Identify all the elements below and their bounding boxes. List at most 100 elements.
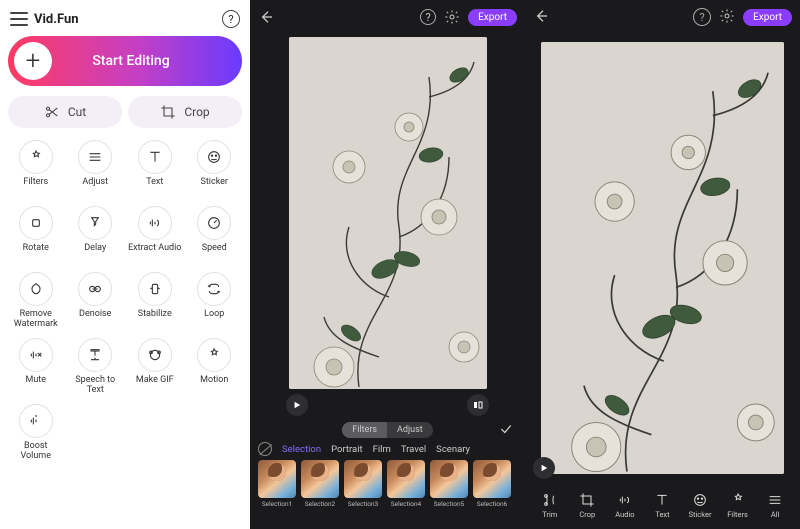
tool-adjust[interactable]: Adjust	[68, 140, 124, 200]
thumb-image	[387, 460, 425, 498]
denoise-icon	[78, 272, 112, 306]
tool-extract-audio[interactable]: Extract Audio	[127, 206, 183, 266]
tool-label: Denoise	[79, 310, 111, 320]
seg-filters[interactable]: Filters	[342, 422, 387, 438]
bottom-label: All	[771, 510, 780, 519]
rotate-icon	[19, 206, 53, 240]
bottom-label: Audio	[615, 510, 634, 519]
filters-seg-row: Filters Adjust	[250, 420, 525, 442]
category-travel[interactable]: Travel	[401, 444, 426, 455]
tool-label: Make GIF	[136, 376, 174, 386]
bottom-crop-button[interactable]: Crop	[570, 492, 604, 519]
bottom-trim-button[interactable]: Trim	[533, 492, 567, 519]
home-panel: Vid.Fun ? + Start Editing Cut Crop Filte…	[0, 0, 250, 529]
help-icon[interactable]: ?	[420, 9, 436, 25]
category-selection[interactable]: Selection	[282, 444, 321, 455]
text-icon	[138, 140, 172, 174]
play-button[interactable]	[533, 457, 555, 479]
seg-adjust[interactable]: Adjust	[387, 422, 433, 438]
bottom-audio-button[interactable]: Audio	[608, 492, 642, 519]
filters-editor-header: ? Export	[250, 0, 525, 34]
category-scenary[interactable]: Scenary	[436, 444, 470, 455]
filter-thumb-selection1[interactable]: Selection1	[258, 460, 296, 508]
bottom-text-button[interactable]: Text	[645, 492, 679, 519]
tool-label: Delay	[84, 244, 106, 254]
thumb-label: Selection3	[344, 500, 382, 508]
tool-denoise[interactable]: Denoise	[68, 272, 124, 332]
export-button[interactable]: Export	[743, 9, 792, 26]
thumb-label: Selection2	[301, 500, 339, 508]
bottom-label: Crop	[579, 510, 595, 519]
tool-label: Filters	[23, 178, 48, 188]
tool-label: Stabilize	[138, 310, 172, 320]
bottom-filters-button[interactable]: Filters	[721, 492, 755, 519]
bottom-toolbar: Trim Crop Audio Text Sticker Filters All	[525, 481, 800, 529]
preview-image	[289, 37, 487, 389]
back-icon[interactable]	[533, 8, 549, 27]
extract-audio-icon	[138, 206, 172, 240]
filter-thumb-selection6[interactable]: Selection6	[473, 460, 511, 508]
start-editing-button[interactable]: + Start Editing	[8, 36, 242, 86]
tool-loop[interactable]: Loop	[187, 272, 243, 332]
preview-image	[541, 42, 784, 474]
tool-label: Rotate	[23, 244, 49, 254]
thumb-image	[473, 460, 511, 498]
make-gif-icon	[138, 338, 172, 372]
app-root: Vid.Fun ? + Start Editing Cut Crop Filte…	[0, 0, 800, 529]
tool-make-gif[interactable]: Make GIF	[127, 338, 183, 398]
speed-icon	[197, 206, 231, 240]
settings-icon[interactable]	[719, 8, 735, 27]
help-icon[interactable]: ?	[693, 8, 711, 26]
boost-volume-icon	[19, 404, 53, 438]
bottom-all-button[interactable]: All	[758, 492, 792, 519]
tool-rotate[interactable]: Rotate	[8, 206, 64, 266]
tool-stabilize[interactable]: Stabilize	[127, 272, 183, 332]
menu-icon[interactable]	[10, 12, 28, 26]
filter-thumb-selection5[interactable]: Selection5	[430, 460, 468, 508]
thumb-image	[430, 460, 468, 498]
play-button[interactable]	[286, 394, 308, 416]
tool-label: Extract Audio	[128, 244, 181, 254]
tool-filters[interactable]: Filters	[8, 140, 64, 200]
category-film[interactable]: Film	[373, 444, 391, 455]
tool-mute[interactable]: Mute	[8, 338, 64, 398]
back-icon[interactable]	[258, 9, 274, 25]
delay-icon	[78, 206, 112, 240]
tool-speed[interactable]: Speed	[187, 206, 243, 266]
thumb-label: Selection6	[473, 500, 511, 508]
tool-motion[interactable]: Motion	[187, 338, 243, 398]
tool-delay[interactable]: Delay	[68, 206, 124, 266]
filter-thumb-selection4[interactable]: Selection4	[387, 460, 425, 508]
tool-text[interactable]: Text	[127, 140, 183, 200]
tool-boost-volume[interactable]: Boost Volume	[8, 404, 64, 464]
no-filter-icon[interactable]	[258, 442, 272, 456]
tool-speech-to-text[interactable]: Speech to Text	[68, 338, 124, 398]
cut-button[interactable]: Cut	[8, 96, 122, 128]
crop-icon	[160, 104, 176, 120]
sticker-icon	[692, 492, 708, 508]
crop-button[interactable]: Crop	[128, 96, 242, 128]
filters-adjust-segment[interactable]: Filters Adjust	[342, 422, 432, 438]
export-button[interactable]: Export	[468, 9, 517, 26]
confirm-icon[interactable]	[499, 422, 513, 439]
bottom-label: Sticker	[689, 510, 712, 519]
help-icon[interactable]: ?	[222, 10, 240, 28]
category-portrait[interactable]: Portrait	[331, 444, 363, 455]
brand-title: Vid.Fun	[34, 12, 79, 27]
thumb-image	[258, 460, 296, 498]
bottom-sticker-button[interactable]: Sticker	[683, 492, 717, 519]
tool-sticker[interactable]: Sticker	[187, 140, 243, 200]
crop-icon	[579, 492, 595, 508]
home-header: Vid.Fun ?	[6, 6, 244, 36]
tool-label: Loop	[204, 310, 224, 320]
tool-remove-watermark[interactable]: Remove Watermark	[8, 272, 64, 332]
settings-icon[interactable]	[444, 9, 460, 25]
mute-icon	[19, 338, 53, 372]
cut-label: Cut	[68, 105, 86, 119]
filter-thumb-selection2[interactable]: Selection2	[301, 460, 339, 508]
thumb-label: Selection5	[430, 500, 468, 508]
thumb-label: Selection4	[387, 500, 425, 508]
filter-thumb-selection3[interactable]: Selection3	[344, 460, 382, 508]
compare-button[interactable]	[467, 394, 489, 416]
main-preview	[525, 34, 800, 481]
